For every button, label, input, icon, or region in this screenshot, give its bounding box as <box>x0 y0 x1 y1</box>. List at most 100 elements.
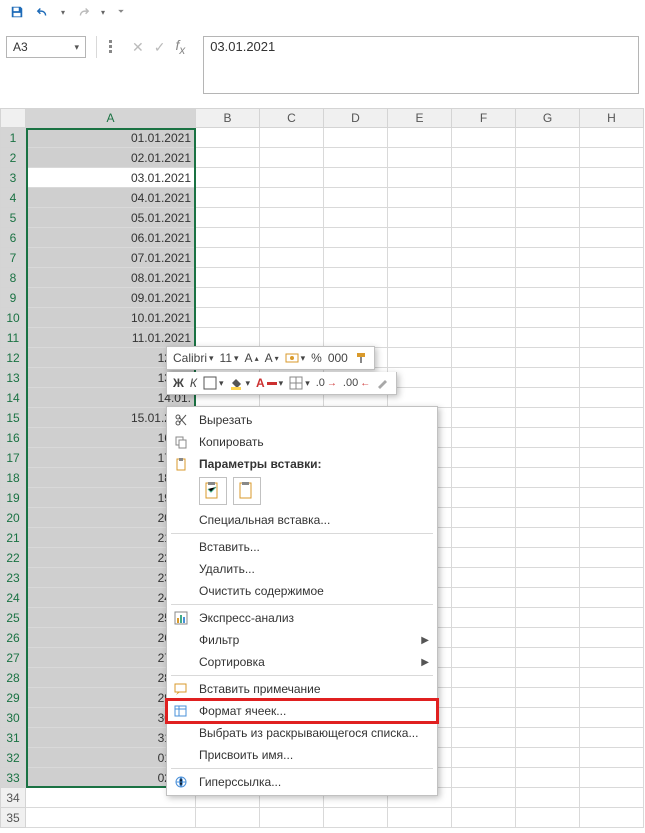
cell-F35[interactable] <box>452 808 516 828</box>
row-header-8[interactable]: 8 <box>0 268 26 288</box>
cell-G2[interactable] <box>516 148 580 168</box>
cell-E10[interactable] <box>388 308 452 328</box>
cell-A6[interactable]: 06.01.2021 <box>26 228 196 248</box>
cell-F20[interactable] <box>452 508 516 528</box>
cell-D9[interactable] <box>324 288 388 308</box>
undo-dropdown[interactable]: ▾ <box>58 8 68 17</box>
ctx-define-name[interactable]: Присвоить имя... <box>167 744 437 766</box>
cell-F29[interactable] <box>452 688 516 708</box>
cell-C3[interactable] <box>260 168 324 188</box>
cell-F18[interactable] <box>452 468 516 488</box>
cell-F34[interactable] <box>452 788 516 808</box>
ctx-format-cells[interactable]: Формат ячеек... <box>167 700 437 722</box>
cell-H2[interactable] <box>580 148 644 168</box>
row-header-5[interactable]: 5 <box>0 208 26 228</box>
cell-G23[interactable] <box>516 568 580 588</box>
cell-C7[interactable] <box>260 248 324 268</box>
cancel-icon[interactable]: ✕ <box>132 39 144 56</box>
font-color-button[interactable]: А ▾ <box>256 376 283 390</box>
cell-G8[interactable] <box>516 268 580 288</box>
cell-E35[interactable] <box>388 808 452 828</box>
row-header-25[interactable]: 25 <box>0 608 26 628</box>
row-header-10[interactable]: 10 <box>0 308 26 328</box>
cell-F9[interactable] <box>452 288 516 308</box>
customize-qat[interactable]: ⏷ <box>116 7 126 17</box>
cell-E4[interactable] <box>388 188 452 208</box>
cell-E8[interactable] <box>388 268 452 288</box>
cell-E3[interactable] <box>388 168 452 188</box>
ctx-insert-comment[interactable]: Вставить примечание <box>167 678 437 700</box>
cell-B3[interactable] <box>196 168 260 188</box>
cell-E7[interactable] <box>388 248 452 268</box>
cell-H30[interactable] <box>580 708 644 728</box>
cell-H22[interactable] <box>580 548 644 568</box>
col-header-D[interactable]: D <box>324 108 388 128</box>
cell-H29[interactable] <box>580 688 644 708</box>
cell-F13[interactable] <box>452 368 516 388</box>
cell-D1[interactable] <box>324 128 388 148</box>
cell-B7[interactable] <box>196 248 260 268</box>
cell-C10[interactable] <box>260 308 324 328</box>
cell-G14[interactable] <box>516 388 580 408</box>
ctx-copy[interactable]: Копировать <box>167 431 437 453</box>
cell-H26[interactable] <box>580 628 644 648</box>
cell-G18[interactable] <box>516 468 580 488</box>
font-size-combo[interactable]: 11 ▾ <box>220 351 239 365</box>
cell-E13[interactable] <box>388 368 452 388</box>
row-header-21[interactable]: 21 <box>0 528 26 548</box>
row-header-18[interactable]: 18 <box>0 468 26 488</box>
cell-G21[interactable] <box>516 528 580 548</box>
row-header-13[interactable]: 13 <box>0 368 26 388</box>
cell-E12[interactable] <box>388 348 452 368</box>
row-header-4[interactable]: 4 <box>0 188 26 208</box>
cell-F23[interactable] <box>452 568 516 588</box>
cell-C2[interactable] <box>260 148 324 168</box>
cell-G26[interactable] <box>516 628 580 648</box>
row-header-12[interactable]: 12 <box>0 348 26 368</box>
row-header-29[interactable]: 29 <box>0 688 26 708</box>
cell-C9[interactable] <box>260 288 324 308</box>
cell-F7[interactable] <box>452 248 516 268</box>
cell-F16[interactable] <box>452 428 516 448</box>
cell-H14[interactable] <box>580 388 644 408</box>
cell-C6[interactable] <box>260 228 324 248</box>
row-header-11[interactable]: 11 <box>0 328 26 348</box>
row-header-31[interactable]: 31 <box>0 728 26 748</box>
cell-H4[interactable] <box>580 188 644 208</box>
cell-F15[interactable] <box>452 408 516 428</box>
format-painter-button[interactable] <box>354 351 368 365</box>
cell-C1[interactable] <box>260 128 324 148</box>
row-header-19[interactable]: 19 <box>0 488 26 508</box>
ctx-filter[interactable]: Фильтр ▶ <box>167 629 437 651</box>
cell-F2[interactable] <box>452 148 516 168</box>
cell-G7[interactable] <box>516 248 580 268</box>
col-header-G[interactable]: G <box>516 108 580 128</box>
cell-H31[interactable] <box>580 728 644 748</box>
cell-F32[interactable] <box>452 748 516 768</box>
cell-D8[interactable] <box>324 268 388 288</box>
row-header-33[interactable]: 33 <box>0 768 26 788</box>
cell-H9[interactable] <box>580 288 644 308</box>
cell-H34[interactable] <box>580 788 644 808</box>
row-header-22[interactable]: 22 <box>0 548 26 568</box>
cell-C5[interactable] <box>260 208 324 228</box>
cell-G33[interactable] <box>516 768 580 788</box>
row-header-17[interactable]: 17 <box>0 448 26 468</box>
cell-H3[interactable] <box>580 168 644 188</box>
fill-color-button[interactable]: ▾ <box>229 376 250 390</box>
cell-C8[interactable] <box>260 268 324 288</box>
cell-F3[interactable] <box>452 168 516 188</box>
cell-G5[interactable] <box>516 208 580 228</box>
cell-F5[interactable] <box>452 208 516 228</box>
cell-A7[interactable]: 07.01.2021 <box>26 248 196 268</box>
redo-button[interactable] <box>72 2 94 22</box>
cell-D2[interactable] <box>324 148 388 168</box>
cell-G10[interactable] <box>516 308 580 328</box>
row-header-27[interactable]: 27 <box>0 648 26 668</box>
cell-F4[interactable] <box>452 188 516 208</box>
cell-F22[interactable] <box>452 548 516 568</box>
grow-font-button[interactable]: A▴ <box>245 351 259 365</box>
cell-H11[interactable] <box>580 328 644 348</box>
save-button[interactable] <box>6 2 28 22</box>
cell-A35[interactable] <box>26 808 196 828</box>
